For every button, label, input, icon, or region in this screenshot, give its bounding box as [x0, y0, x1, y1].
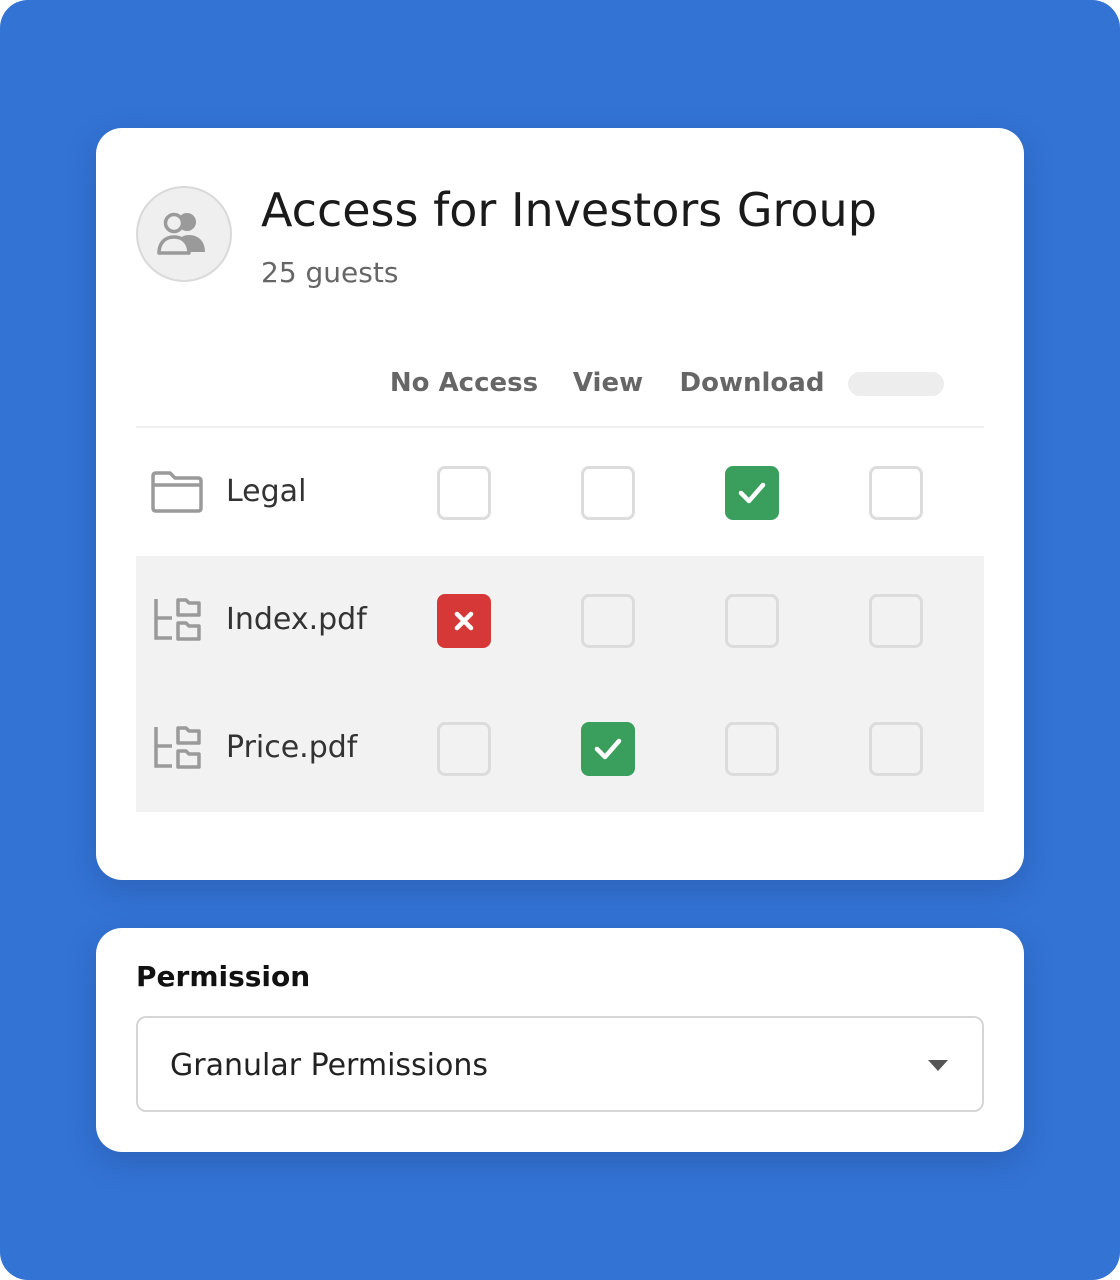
- permission-select[interactable]: Granular Permissions: [136, 1016, 984, 1112]
- subfolder-tree-icon: [154, 726, 201, 769]
- page-title: Access for Investors Group: [261, 183, 877, 237]
- checkbox-price-pdf-view[interactable]: [581, 722, 635, 776]
- group-avatar: [136, 186, 232, 282]
- permission-select-value: Granular Permissions: [170, 1048, 489, 1083]
- row-label-legal: Legal: [226, 474, 307, 509]
- permission-row-price-pdf: Price.pdf: [136, 684, 984, 812]
- checkbox-legal-no-access[interactable]: [437, 466, 491, 520]
- access-card: Access for Investors Group 25 guests No …: [96, 128, 1024, 880]
- checkmark-icon: [594, 738, 622, 760]
- subfolder-tree-icon: [154, 598, 201, 641]
- row-label-price-pdf: Price.pdf: [226, 730, 358, 765]
- guest-count: 25 guests: [261, 256, 399, 289]
- users-group-icon: [157, 212, 205, 255]
- checkbox-price-pdf-download[interactable]: [725, 722, 779, 776]
- permission-card: Permission Granular Permissions: [96, 928, 1024, 1152]
- checkbox-index-pdf-view[interactable]: [581, 594, 635, 648]
- checkbox-price-pdf-extra[interactable]: [869, 722, 923, 776]
- checkbox-index-pdf-extra[interactable]: [869, 594, 923, 648]
- checkbox-legal-download[interactable]: [725, 466, 779, 520]
- checkmark-icon: [738, 482, 766, 504]
- row-label-index-pdf: Index.pdf: [226, 602, 367, 637]
- page-background: Access for Investors Group 25 guests No …: [0, 0, 1120, 1280]
- permission-label: Permission: [136, 960, 311, 993]
- column-header-view: View: [572, 368, 644, 398]
- checkbox-index-pdf-download[interactable]: [725, 594, 779, 648]
- folder-icon: [151, 471, 203, 513]
- permission-row-index-pdf: Index.pdf: [136, 556, 984, 684]
- column-header-download: Download: [679, 368, 825, 398]
- checkbox-index-pdf-no-access[interactable]: [437, 594, 491, 648]
- checkbox-price-pdf-no-access[interactable]: [437, 722, 491, 776]
- checkbox-legal-extra[interactable]: [869, 466, 923, 520]
- column-header-no-access: No Access: [389, 368, 539, 398]
- checkbox-legal-view[interactable]: [581, 466, 635, 520]
- permission-row-legal: Legal: [136, 428, 984, 556]
- cross-icon: [454, 611, 474, 631]
- chevron-down-icon: [928, 1060, 948, 1071]
- column-header-placeholder: [848, 372, 944, 396]
